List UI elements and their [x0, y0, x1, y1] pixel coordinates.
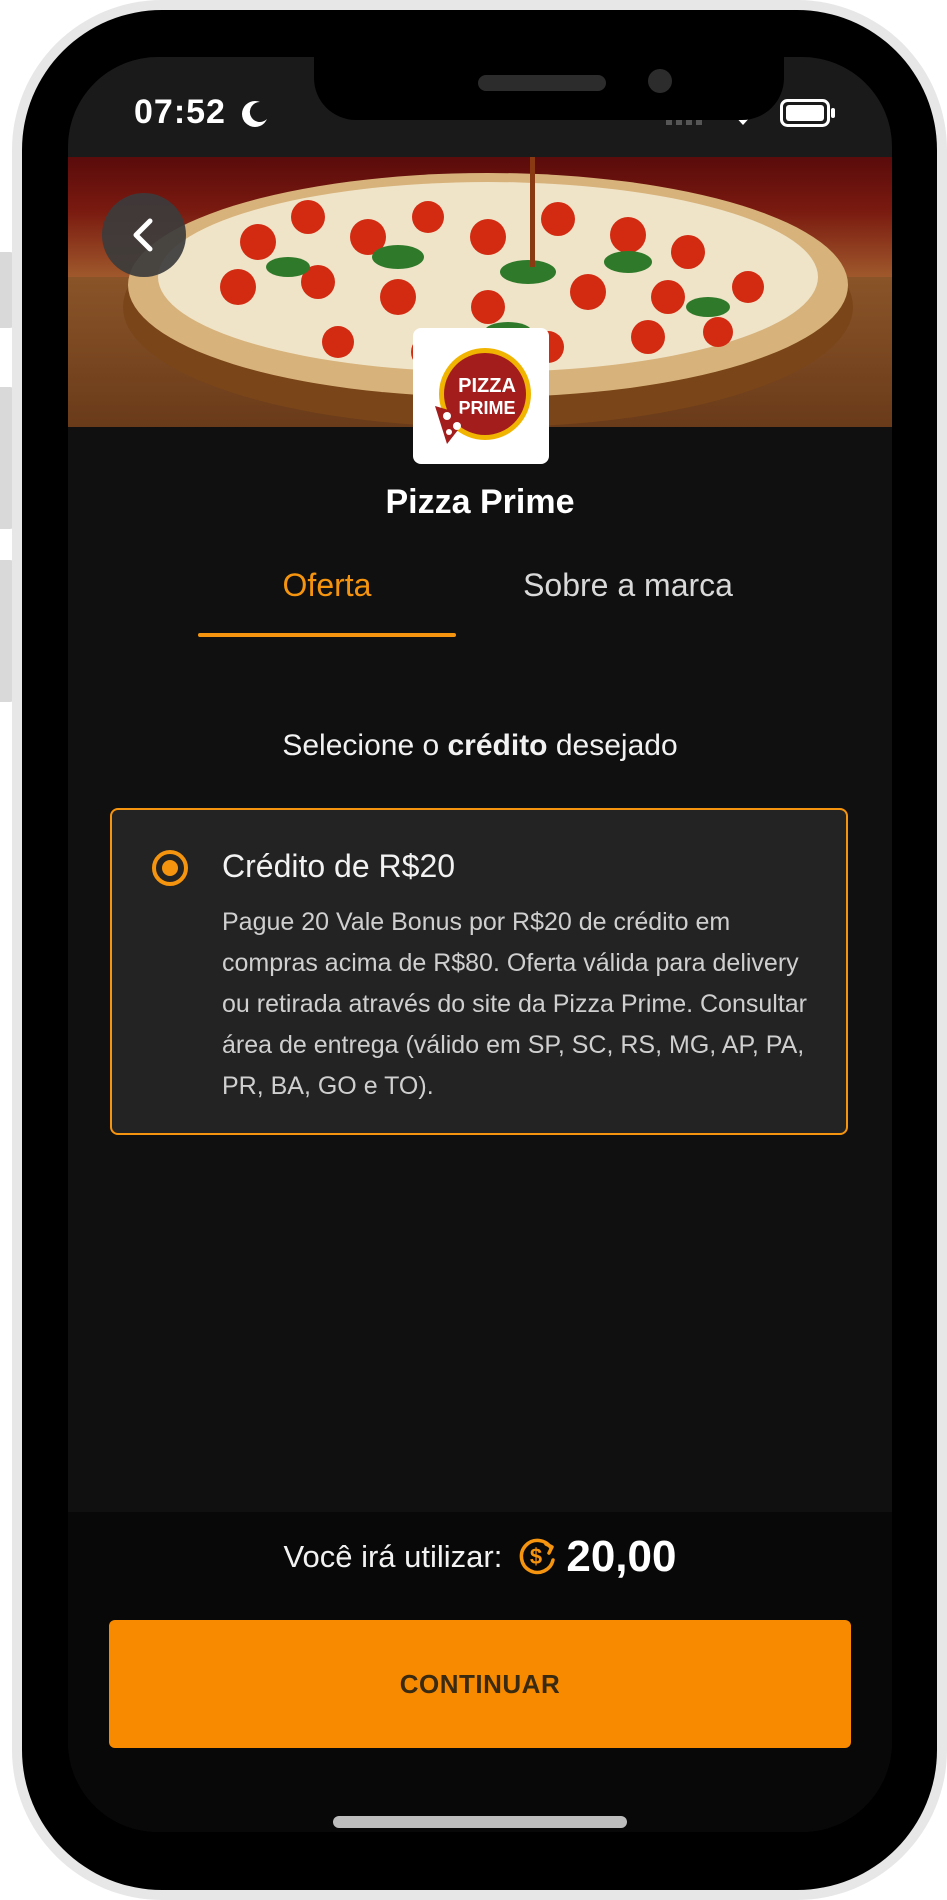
pizza-prime-logo: PIZZA PRIME	[435, 348, 531, 444]
moon-icon	[242, 101, 267, 127]
credit-option-description: Pague 20 Vale Bonus por R$20 de crédito …	[222, 908, 807, 1100]
radio-selected-dot	[162, 860, 178, 876]
home-indicator	[333, 1816, 627, 1828]
tab-oferta[interactable]: Oferta	[198, 567, 456, 604]
select-credit-heading: Selecione o crédito desejado	[68, 729, 892, 763]
front-camera	[648, 69, 672, 93]
select-credit-prefix: Selecione o	[282, 729, 448, 762]
credit-option-card[interactable]: Crédito de R$20 Pague 20 Vale Bonus por …	[110, 808, 848, 1135]
back-arrow-icon	[133, 218, 153, 252]
usage-value: 20,00	[566, 1532, 677, 1581]
active-tab-indicator	[198, 633, 456, 637]
status-time: 07:52	[134, 93, 226, 131]
app-screen: 07:52 PIZZA PRIME Pizza Prime Oferta Sob…	[68, 57, 892, 1832]
svg-text:$: $	[530, 1544, 542, 1569]
brand-logo: PIZZA PRIME	[413, 328, 549, 464]
select-credit-bold: crédito	[447, 729, 548, 762]
svg-text:PIZZA: PIZZA	[458, 375, 516, 397]
credit-option-title: Crédito de R$20	[222, 848, 456, 884]
select-credit-suffix: desejado	[547, 729, 678, 762]
back-button[interactable]	[102, 193, 186, 277]
brand-title: Pizza Prime	[385, 483, 575, 521]
speaker	[478, 75, 606, 91]
notch	[314, 57, 784, 120]
usage-label: Você irá utilizar:	[283, 1539, 503, 1574]
svg-text:PRIME: PRIME	[458, 398, 515, 418]
usage-summary: Você irá utilizar: $ 20,00	[68, 1527, 892, 1587]
continue-button[interactable]: CONTINUAR	[109, 1620, 851, 1748]
coin-icon: $	[516, 1536, 558, 1578]
tab-sobre-a-marca[interactable]: Sobre a marca	[488, 567, 768, 604]
battery-icon	[780, 99, 835, 127]
credit-option-radio[interactable]	[152, 850, 188, 886]
